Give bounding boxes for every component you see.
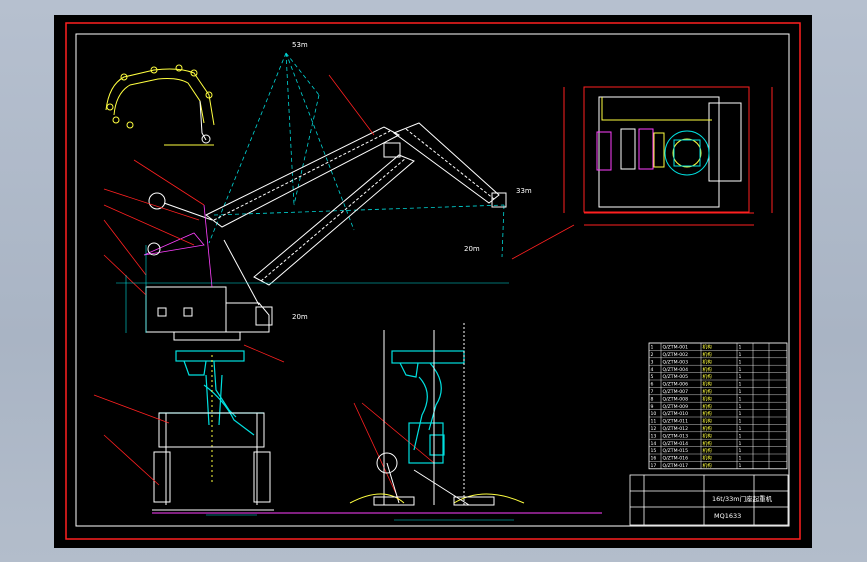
parts-table-cell: 机构 [703,351,713,358]
elevation-pivot-label: 20m [292,313,308,321]
parts-table-cell: Q/ZTM-009 [663,404,689,410]
parts-table-cell: 1 [739,411,742,417]
parts-table-cell: 机构 [703,358,713,365]
parts-table-cell: Q/ZTM-017 [663,463,689,469]
parts-table-cell: 机构 [703,344,713,351]
parts-table-cell: Q/ZTM-002 [663,352,689,358]
elevation-hook-label: 20m [464,245,480,253]
parts-table-cell: 12 [651,426,657,432]
drawing-sheet[interactable]: 53m 33m 20m 20m 1 Q/ZTM-001 机构 1 2 Q/ZTM… [54,15,812,548]
boom [205,122,507,286]
parts-table-cell: 1 [739,441,742,447]
parts-table-cell: 机构 [703,388,713,395]
parts-table-cell: Q/ZTM-004 [663,367,689,373]
parts-table-cell: 7 [651,389,654,395]
title-block-title: 16t/33m门座起重机 [712,494,773,503]
parts-table-cell: 机构 [703,403,713,410]
parts-table-cell: 机构 [703,410,713,417]
parts-table-cell: Q/ZTM-015 [663,448,689,454]
parts-table-cell: 机构 [703,462,713,469]
parts-table-cell: 16 [651,456,657,462]
parts-table-cell: 8 [651,396,654,402]
elevation-top-label: 53m [292,41,308,49]
parts-table-cell: 机构 [703,455,713,462]
parts-table-cell: Q/ZTM-010 [663,411,689,417]
parts-table-cell: 11 [651,419,657,425]
drawing-canvas: 53m 33m 20m 20m 1 Q/ZTM-001 机构 12 Q/ZTM-… [65,22,801,540]
parts-table-cell: 1 [739,389,742,395]
parts-table-cell: Q/ZTM-014 [663,441,689,447]
parts-table-cell: 17 [651,463,657,469]
parts-table-cell: 1 [739,396,742,402]
parts-table-cell: 机构 [703,447,713,454]
tower-side-base [349,323,525,506]
counterweight [143,192,213,256]
parts-table-cell: 15 [651,448,657,454]
parts-table-cell: 1 [739,426,742,432]
parts-table-cell: 1 [739,419,742,425]
parts-table-cell: 2 [651,352,654,358]
parts-table-cell: 机构 [703,432,713,439]
parts-table-cell: 5 [651,374,654,380]
parts-table-cell: 14 [651,441,657,447]
parts-table-cell: 1 [739,345,742,351]
parts-table-cell: 10 [651,411,657,417]
tower-side-view [391,350,465,464]
parts-table-cell: Q/ZTM-007 [663,389,689,395]
parts-table-cell: 1 [739,359,742,365]
cad-viewer: 53m 33m 20m 20m 1 Q/ZTM-001 机构 1 2 Q/ZTM… [0,0,867,562]
title-block-drawing-no: MQ1633 [714,512,741,520]
parts-table-cell: Q/ZTM-013 [663,433,689,439]
parts-table: 1 Q/ZTM-001 机构 12 Q/ZTM-002 机构 13 Q/ZTM-003 机构 14… [648,342,788,470]
boom-path-sketch [105,64,215,146]
parts-table-cell: 1 [739,456,742,462]
tower [159,350,264,436]
parts-table-cell: 1 [739,404,742,410]
dimension-lines [116,245,514,521]
parts-table-cell: Q/ZTM-008 [663,396,689,402]
parts-table-cell: 机构 [703,373,713,380]
parts-table-cell: 机构 [703,366,713,373]
parts-table-cell: 9 [651,404,654,410]
plan-view [563,86,773,226]
parts-table-cell: Q/ZTM-016 [663,456,689,462]
parts-table-cell: Q/ZTM-005 [663,374,689,380]
parts-table-cell: 3 [651,359,654,365]
parts-table-cell: 机构 [703,395,713,402]
parts-table-cell: 1 [739,352,742,358]
parts-table-cell: 1 [739,374,742,380]
parts-table-cell: 1 [739,382,742,388]
parts-table-cell: Q/ZTM-012 [663,426,689,432]
parts-table-cell: 4 [651,367,654,373]
parts-table-cell: 1 [739,367,742,373]
outer-frame [65,22,801,540]
parts-table-cell: 6 [651,382,654,388]
parts-table-cell: 1 [739,463,742,469]
parts-table-cell: 机构 [703,381,713,388]
machine-house [145,204,273,341]
parts-table-cell: 机构 [703,418,713,425]
parts-table-cell: Q/ZTM-011 [663,419,689,425]
parts-table-cell: Q/ZTM-006 [663,382,689,388]
parts-table-cell: 1 [739,433,742,439]
parts-table-cell: 13 [651,433,657,439]
elevation-tip-label: 33m [516,187,532,195]
parts-table-cell: 1 [739,448,742,454]
wire-rope-lines [208,52,505,258]
parts-table-cell: Q/ZTM-003 [663,359,689,365]
parts-table-cell: 机构 [703,425,713,432]
parts-table-cell: Q/ZTM-001 [663,345,689,351]
parts-table-cell: 机构 [703,440,713,447]
parts-table-cell: 1 [651,345,654,351]
